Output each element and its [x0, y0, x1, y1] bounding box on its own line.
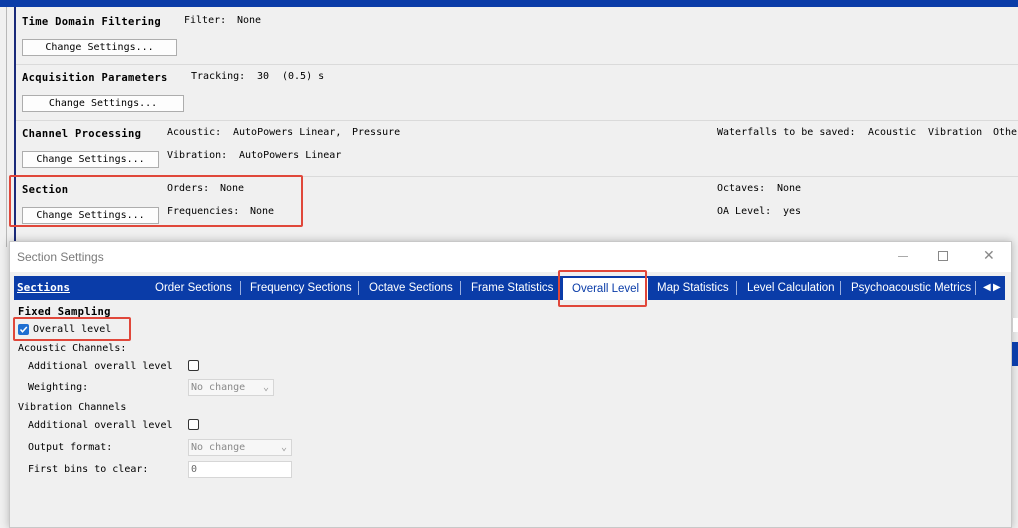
output-format-label: Output format: [28, 442, 113, 453]
weighting-label: Weighting: [28, 382, 89, 393]
output-format-value: No change [191, 442, 246, 453]
tab-map-statistics[interactable]: Map Statistics [657, 276, 729, 300]
minimize-icon[interactable] [898, 256, 908, 257]
acoustic-additional-overall-level-label: Additional overall level [28, 361, 173, 372]
tab-level-calculation[interactable]: Level Calculation [747, 276, 835, 300]
oa-level-value: yes [783, 206, 802, 217]
divider [16, 120, 1018, 121]
left-border [6, 7, 7, 247]
vibration-value: AutoPowers Linear [239, 150, 342, 161]
vibration-additional-overall-level-label: Additional overall level [28, 420, 173, 431]
octaves-value: None [777, 183, 802, 194]
waterfall-acoustic: Acoustic [868, 127, 917, 138]
tracking-value: 30 [257, 71, 270, 82]
dialog-titlebar [10, 242, 1011, 272]
time-domain-change-settings-button[interactable]: Change Settings... [22, 39, 177, 56]
first-bins-input[interactable]: 0 [188, 461, 292, 478]
section-settings-dialog: Section Settings ✕ Sections Order Sectio… [9, 241, 1012, 528]
overall-level-tab-highlight [558, 270, 647, 307]
filter-label: Filter: [184, 15, 227, 26]
tab-sections[interactable]: Sections [17, 276, 70, 300]
acoustic-additional-overall-level-checkbox[interactable] [188, 360, 199, 371]
dialog-title: Section Settings [17, 250, 104, 264]
first-bins-label: First bins to clear: [28, 464, 149, 475]
vibration-label: Vibration: [167, 150, 228, 161]
tab-bar: Sections Order Sections Frequency Sectio… [14, 276, 1005, 300]
acoustic-channels-label: Acoustic Channels: [18, 343, 127, 354]
tab-scroll-left-icon[interactable]: ◀ [983, 276, 991, 300]
background-partial-bar [1012, 342, 1018, 366]
background-partial-control [1012, 318, 1018, 332]
waterfall-vibration: Vibration [928, 127, 983, 138]
tab-separator [736, 281, 737, 295]
chevron-down-icon: ⌄ [262, 382, 269, 393]
channel-change-settings-button[interactable]: Change Settings... [22, 151, 159, 168]
tab-separator [840, 281, 841, 295]
channel-processing-title: Channel Processing [22, 128, 142, 140]
divider [16, 64, 1018, 65]
tab-separator [358, 281, 359, 295]
oa-level-label: OA Level: [717, 206, 772, 217]
tab-order-sections[interactable]: Order Sections [155, 276, 232, 300]
waterfalls-label: Waterfalls to be saved: [717, 127, 856, 138]
vibration-additional-overall-level-checkbox[interactable] [188, 419, 199, 430]
tab-frame-statistics[interactable]: Frame Statistics [471, 276, 553, 300]
tracking-extra: (0.5) s [282, 71, 325, 82]
overall-level-highlight [13, 317, 131, 341]
section-highlight-box [9, 175, 303, 227]
filter-value: None [237, 15, 262, 26]
tab-frequency-sections[interactable]: Frequency Sections [250, 276, 352, 300]
weighting-select[interactable]: No change ⌄ [188, 379, 274, 396]
output-format-select[interactable]: No change ⌄ [188, 439, 292, 456]
acquisition-change-settings-button[interactable]: Change Settings... [22, 95, 184, 112]
vibration-channels-label: Vibration Channels [18, 402, 127, 413]
tab-scroll-right-icon[interactable]: ▶ [993, 276, 1001, 300]
close-icon[interactable]: ✕ [983, 247, 995, 264]
maximize-icon[interactable] [938, 251, 948, 261]
tab-psychoacoustic-metrics[interactable]: Psychoacoustic Metrics [851, 276, 971, 300]
tab-separator [240, 281, 241, 295]
acoustic-label: Acoustic: [167, 127, 222, 138]
tab-octave-sections[interactable]: Octave Sections [369, 276, 453, 300]
waterfall-other: Othe [993, 127, 1018, 138]
acoustic-value-2: Pressure [352, 127, 401, 138]
chevron-down-icon: ⌄ [280, 442, 287, 453]
window-top-bar [0, 0, 1018, 7]
acoustic-value: AutoPowers Linear, [233, 127, 342, 138]
tab-separator [460, 281, 461, 295]
tab-separator [975, 281, 976, 295]
acquisition-title: Acquisition Parameters [22, 72, 168, 84]
octaves-label: Octaves: [717, 183, 766, 194]
weighting-value: No change [191, 382, 246, 393]
tracking-label: Tracking: [191, 71, 246, 82]
time-domain-title: Time Domain Filtering [22, 16, 162, 28]
